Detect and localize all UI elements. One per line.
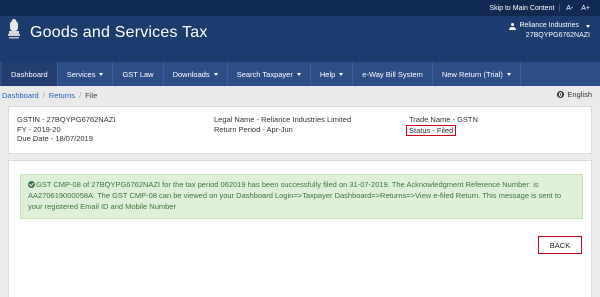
nav-label: Dashboard bbox=[11, 69, 48, 79]
chevron-down-icon bbox=[213, 72, 218, 76]
nav-label: Services bbox=[66, 69, 96, 79]
legal-name-text: Legal Name - Reliance Industries Limited bbox=[214, 115, 352, 124]
check-circle-icon bbox=[28, 181, 35, 188]
success-message: GST CMP-08 of 27BQYPG6762NAZI for the ta… bbox=[28, 180, 562, 211]
gstin-text: GSTIN - 27BQYPG6762NAZI bbox=[17, 115, 116, 124]
nav-services[interactable]: Services bbox=[58, 62, 114, 86]
due-date-text: Due Date - 18/07/2019 bbox=[17, 134, 93, 143]
chevron-down-icon bbox=[586, 24, 590, 28]
increase-font-button[interactable]: A+ bbox=[579, 5, 592, 12]
user-icon bbox=[509, 22, 517, 30]
fy-text: FY - 2019-20 bbox=[17, 124, 61, 134]
nav-label: Search Taxpayer bbox=[236, 69, 293, 79]
chevron-down-icon bbox=[506, 72, 511, 76]
user-name: Reliance Industries bbox=[519, 22, 579, 29]
skip-to-main-link[interactable]: Skip to Main Content bbox=[489, 5, 554, 12]
site-title[interactable]: Goods and Services Tax bbox=[30, 24, 208, 42]
nav-dashboard[interactable]: Dashboard bbox=[2, 62, 58, 86]
chevron-down-icon bbox=[339, 72, 344, 76]
nav-downloads[interactable]: Downloads bbox=[164, 62, 228, 86]
breadcrumb-current: File bbox=[85, 90, 98, 100]
user-gstin: 27BQYPG6762NAZI bbox=[525, 32, 590, 39]
site-header: Goods and Services Tax Reliance Industri… bbox=[0, 16, 600, 62]
nav-eway-bill[interactable]: e-Way Bill System bbox=[353, 62, 433, 86]
nav-new-return[interactable]: New Return (Trial) bbox=[433, 62, 521, 86]
trade-name-text: Trade Name - GSTN bbox=[409, 115, 478, 124]
main-nav: Dashboard Services GST Law Downloads Sea… bbox=[0, 62, 600, 86]
breadcrumb-separator: / bbox=[42, 90, 45, 100]
success-alert: GST CMP-08 of 27BQYPG6762NAZI for the ta… bbox=[20, 174, 583, 219]
utility-bar: Skip to Main Content | A- A+ bbox=[0, 0, 600, 16]
nav-gst-law[interactable]: GST Law bbox=[113, 62, 164, 86]
language-label: English bbox=[567, 90, 592, 99]
globe-icon bbox=[557, 91, 565, 98]
content-panel: GST CMP-08 of 27BQYPG6762NAZI for the ta… bbox=[8, 160, 592, 297]
national-emblem-icon bbox=[8, 19, 20, 39]
taxpayer-info-panel: GSTIN - 27BQYPG6762NAZI FY - 2019-20 Due… bbox=[8, 106, 592, 154]
nav-label: New Return (Trial) bbox=[441, 69, 503, 79]
chevron-down-icon bbox=[296, 72, 301, 76]
breadcrumb-returns[interactable]: Returns bbox=[49, 91, 75, 100]
breadcrumb-separator: / bbox=[79, 90, 82, 100]
chevron-down-icon bbox=[99, 72, 104, 76]
nav-label: GST Law bbox=[122, 69, 154, 79]
status-badge: Status - Filed bbox=[406, 124, 457, 136]
divider: | bbox=[558, 4, 561, 12]
breadcrumb-dashboard[interactable]: Dashboard bbox=[2, 91, 39, 100]
nav-label: Downloads bbox=[172, 69, 210, 79]
language-selector[interactable]: English bbox=[557, 90, 592, 99]
breadcrumb: Dashboard / Returns / File English bbox=[0, 86, 600, 104]
return-period-text: Return Period - Apr-Jun bbox=[214, 124, 293, 134]
nav-search-taxpayer[interactable]: Search Taxpayer bbox=[228, 62, 311, 86]
back-button[interactable]: BACK bbox=[538, 236, 582, 254]
nav-label: e-Way Bill System bbox=[362, 69, 423, 79]
nav-help[interactable]: Help bbox=[311, 62, 354, 86]
user-menu[interactable]: Reliance Industries 27BQYPG6762NAZI bbox=[509, 21, 590, 41]
nav-label: Help bbox=[319, 69, 336, 79]
decrease-font-button[interactable]: A- bbox=[564, 5, 575, 12]
